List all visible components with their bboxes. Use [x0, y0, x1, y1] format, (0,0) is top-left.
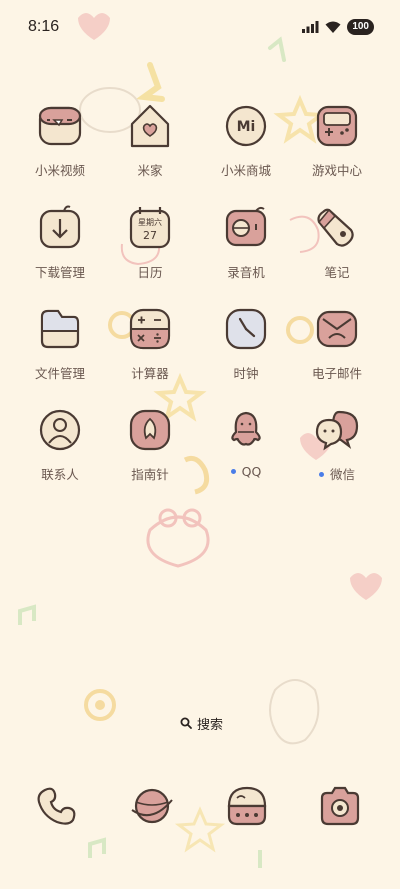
file-manager-icon	[40, 309, 80, 349]
app-label: 时钟	[233, 366, 259, 381]
app-label: 电子邮件	[311, 366, 362, 381]
clock-icon	[225, 308, 267, 350]
search-label: 搜索	[197, 717, 224, 733]
app-mi-store[interactable]: Mi 小米商城	[206, 100, 286, 179]
wifi-icon	[325, 21, 341, 33]
wechat-icon	[315, 410, 359, 451]
home-icon	[130, 104, 170, 148]
app-calendar[interactable]: 星期六 27 日历	[110, 202, 190, 281]
dock-camera[interactable]	[300, 780, 380, 832]
dock-browser[interactable]	[112, 780, 192, 832]
new-install-dot	[230, 469, 236, 474]
calendar-weekday: 星期六	[138, 217, 162, 227]
browser-icon	[131, 788, 173, 824]
app-label: 米家	[137, 163, 163, 178]
dock-messages[interactable]	[207, 780, 287, 832]
svg-text:Mi: Mi	[237, 119, 256, 135]
app-label: QQ	[206, 464, 286, 479]
search-button[interactable]: 搜索	[168, 709, 235, 737]
app-file-manager[interactable]: 文件管理	[20, 303, 100, 382]
status-time: 8:16	[28, 18, 60, 35]
app-label: 微信	[297, 464, 377, 483]
notes-icon	[317, 208, 354, 247]
app-label: 计算器	[131, 366, 169, 381]
app-mi-home[interactable]: 米家	[110, 100, 190, 179]
app-notes[interactable]: 笔记	[297, 202, 377, 281]
qq-icon	[231, 411, 261, 446]
calculator-icon	[129, 308, 171, 350]
search-icon	[180, 717, 192, 729]
camera-icon	[320, 786, 360, 826]
signal-icon	[302, 21, 319, 33]
app-label: 笔记	[324, 265, 350, 280]
calendar-icon: 星期六 27	[129, 207, 171, 249]
app-label: 联系人	[41, 467, 79, 482]
app-label: 小米商城	[220, 163, 271, 178]
app-label: 下载管理	[34, 265, 85, 280]
compass-icon	[129, 409, 171, 451]
phone-icon	[37, 787, 76, 825]
mi-store-icon: Mi	[225, 105, 267, 147]
app-qq[interactable]: QQ	[206, 404, 286, 479]
game-center-icon	[316, 105, 358, 147]
download-icon	[39, 205, 81, 249]
app-email[interactable]: 电子邮件	[297, 303, 377, 382]
recorder-icon	[225, 206, 267, 247]
app-label: 游戏中心	[311, 163, 362, 178]
app-label: 文件管理	[34, 366, 85, 381]
app-xiaomi-video[interactable]: 小米视频	[20, 100, 100, 179]
battery-indicator: 100	[347, 19, 374, 35]
app-contacts[interactable]: 联系人	[20, 404, 100, 483]
app-calculator[interactable]: 计算器	[110, 303, 190, 382]
video-icon	[38, 106, 82, 146]
app-wechat[interactable]: 微信	[297, 404, 377, 483]
app-game-center[interactable]: 游戏中心	[297, 100, 377, 179]
app-label: 小米视频	[34, 163, 85, 178]
app-recorder[interactable]: 录音机	[206, 202, 286, 281]
dock-phone[interactable]	[17, 780, 97, 832]
app-label: 指南针	[131, 467, 169, 482]
messages-icon	[227, 786, 267, 826]
dock	[0, 780, 400, 832]
new-install-dot	[318, 472, 324, 477]
app-compass[interactable]: 指南针	[110, 404, 190, 483]
app-label: 录音机	[227, 265, 265, 280]
app-download-manager[interactable]: 下载管理	[20, 202, 100, 281]
status-icons: 100	[302, 19, 374, 35]
app-clock[interactable]: 时钟	[206, 303, 286, 382]
contacts-icon	[39, 409, 81, 451]
email-icon	[316, 310, 358, 348]
app-label: 日历	[137, 265, 163, 280]
status-bar: 8:16 100	[0, 0, 400, 56]
calendar-date: 27	[143, 229, 157, 242]
